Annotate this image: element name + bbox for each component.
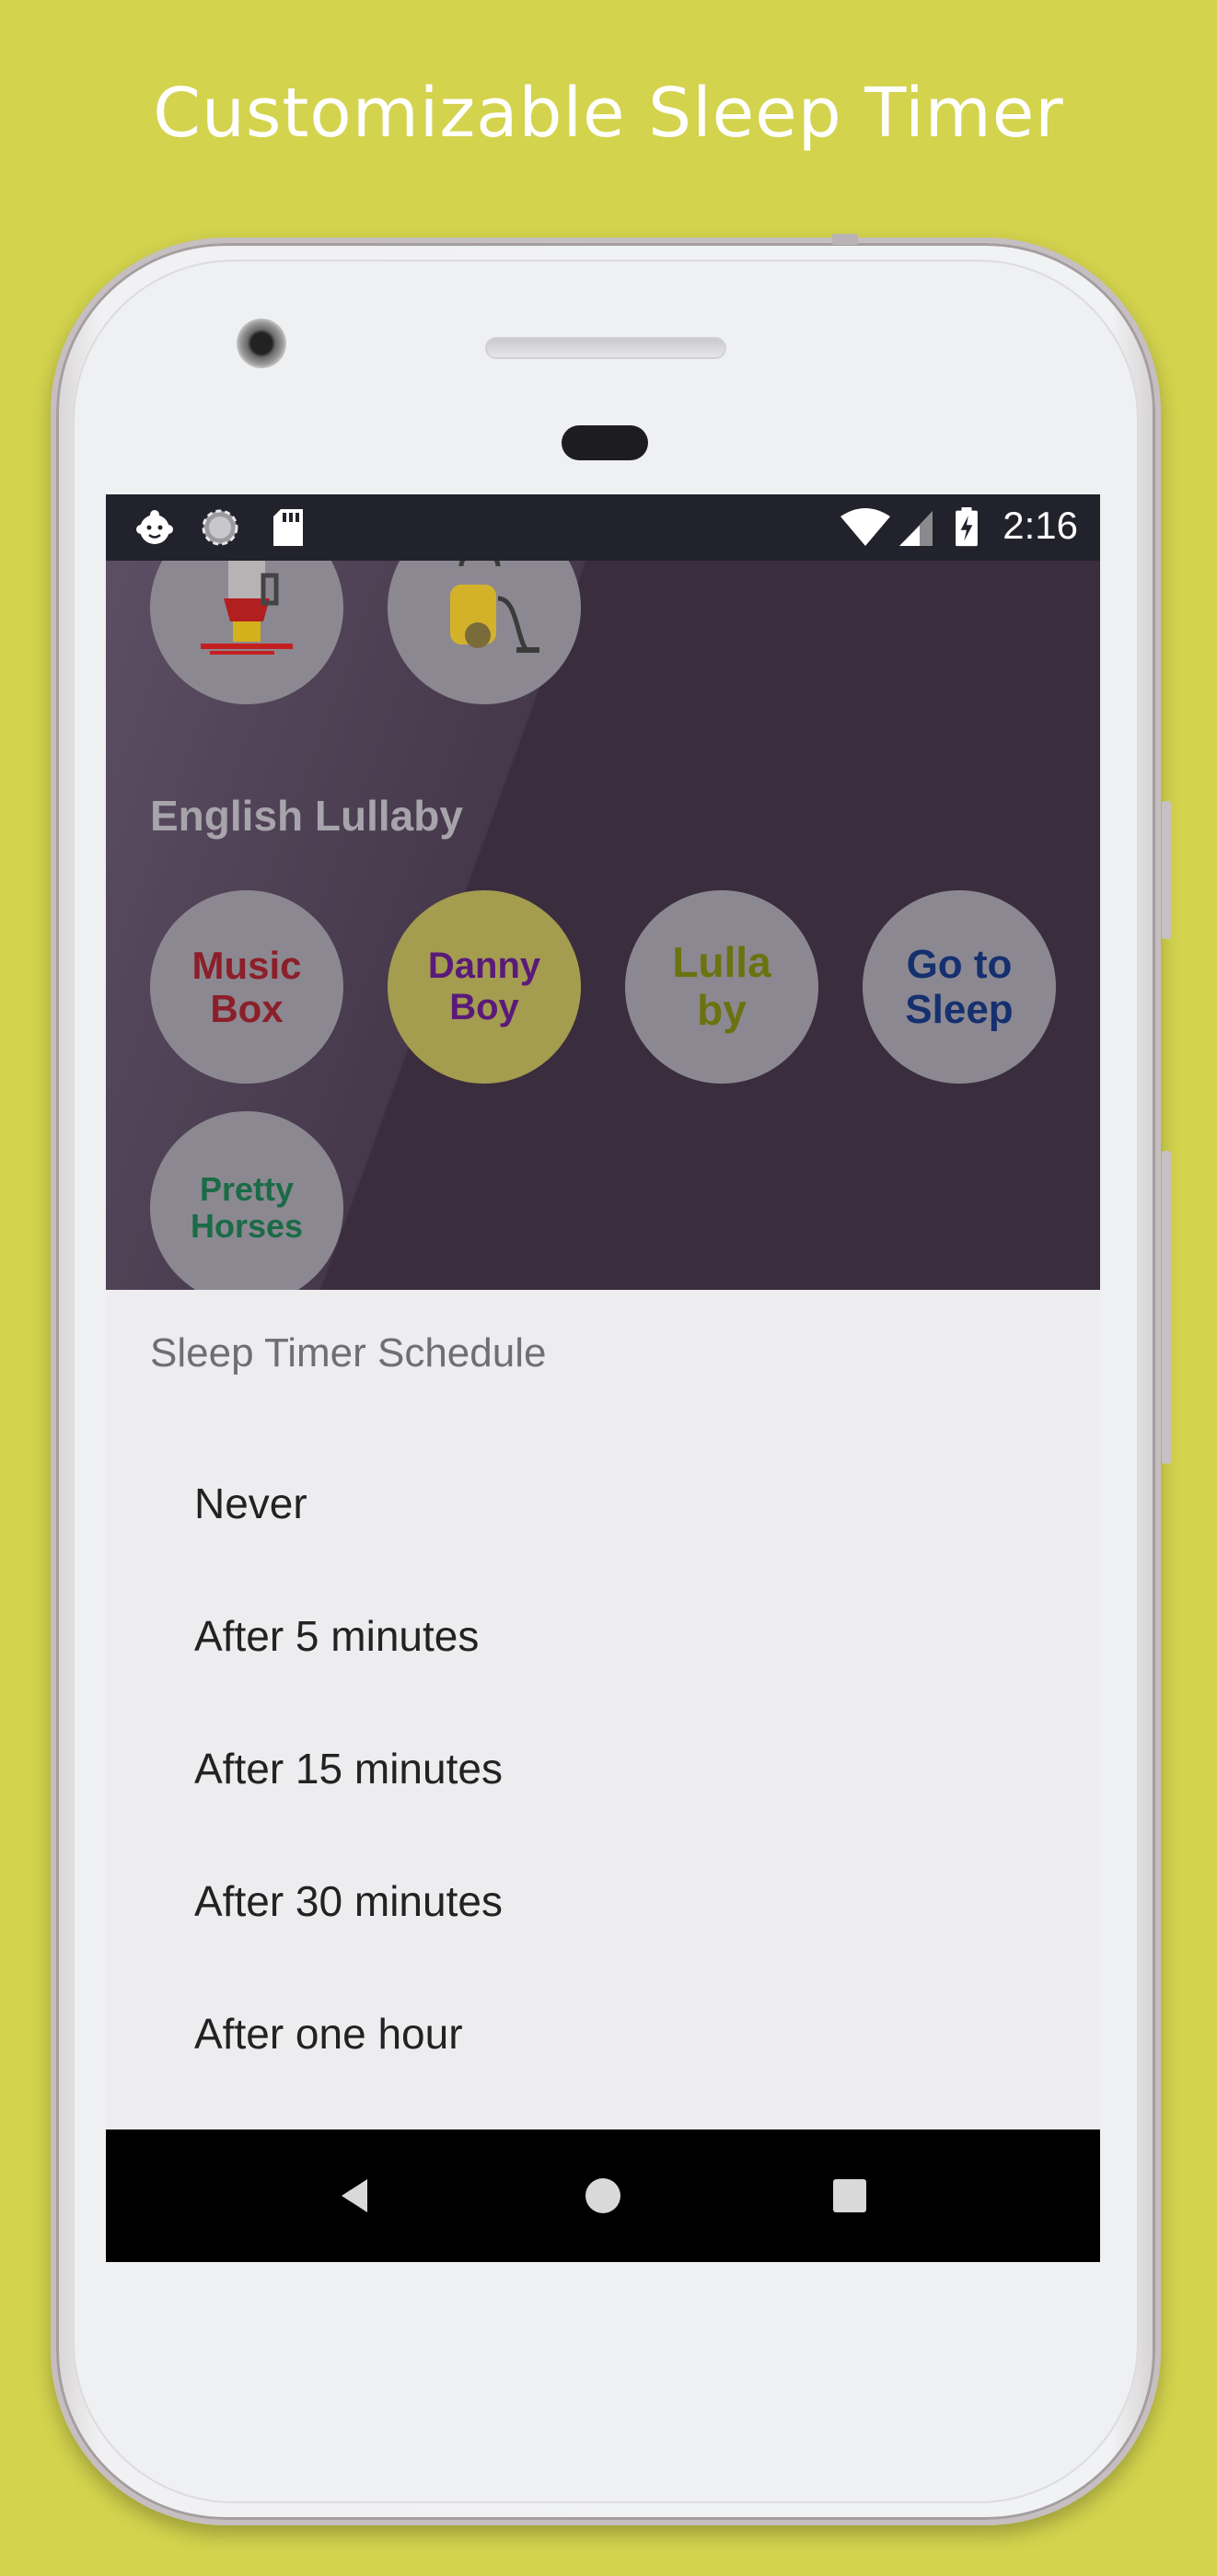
phone-top-button [832,234,858,245]
lullaby-button-label: Danny Boy [427,946,541,1027]
wifi-icon [840,508,890,546]
phone-screen: English Lullaby Music Box Danny Boy Lull… [106,494,1100,2262]
lullaby-button-lullaby: Lulla by [625,890,818,1084]
option-after-one-hour[interactable]: After one hour [106,1967,1100,2100]
option-label: Never [194,1479,307,1527]
option-label: After one hour [194,2010,463,2058]
status-bar: 2:16 [106,494,1100,561]
battery-charging-icon [956,507,978,547]
status-time: 2:16 [1003,504,1078,547]
baby-face-icon [136,510,173,544]
dialog-title: Sleep Timer Schedule [150,1330,547,1375]
lullaby-button-pretty-horses: Pretty Horses [150,1111,343,1290]
blender-icon [201,561,293,655]
option-label: After 15 minutes [194,1745,503,1793]
recents-square-icon[interactable] [822,2168,877,2223]
lullaby-button-go-to-sleep: Go to Sleep [863,890,1056,1084]
option-after-15-minutes[interactable]: After 15 minutes [106,1702,1100,1835]
lullaby-button-label: Pretty Horses [190,1169,304,1245]
home-circle-icon[interactable] [575,2168,631,2223]
back-triangle-icon[interactable] [329,2168,384,2223]
navigation-bar [106,2129,1100,2262]
headline: Customizable Sleep Timer [153,74,1064,153]
vacuum-cleaner-icon [450,561,539,653]
option-never[interactable]: Never [106,1437,1100,1570]
front-camera [237,319,286,368]
phone-side-button-upper [1162,801,1171,939]
lullaby-button-music-box: Music Box [150,890,343,1084]
proximity-sensor [562,425,648,460]
loading-circle-icon [202,509,238,546]
lullaby-button-label: Go to Sleep [905,941,1014,1032]
option-label: After 30 minutes [194,1877,503,1925]
phone-side-button-lower [1162,1151,1171,1464]
option-after-5-minutes[interactable]: After 5 minutes [106,1570,1100,1702]
option-after-30-minutes[interactable]: After 30 minutes [106,1835,1100,1967]
earpiece-speaker [485,337,726,359]
signal-icon [899,511,933,546]
lullaby-button-label: Lulla by [672,938,771,1034]
sd-card-icon [273,509,303,546]
option-label: After 5 minutes [194,1612,480,1660]
lullaby-button-label: Music Box [191,943,302,1030]
lullaby-button-danny-boy: Danny Boy [388,890,581,1084]
background-app-dimmed: English Lullaby Music Box Danny Boy Lull… [106,561,1100,1290]
section-label-english-lullaby: English Lullaby [150,792,463,840]
